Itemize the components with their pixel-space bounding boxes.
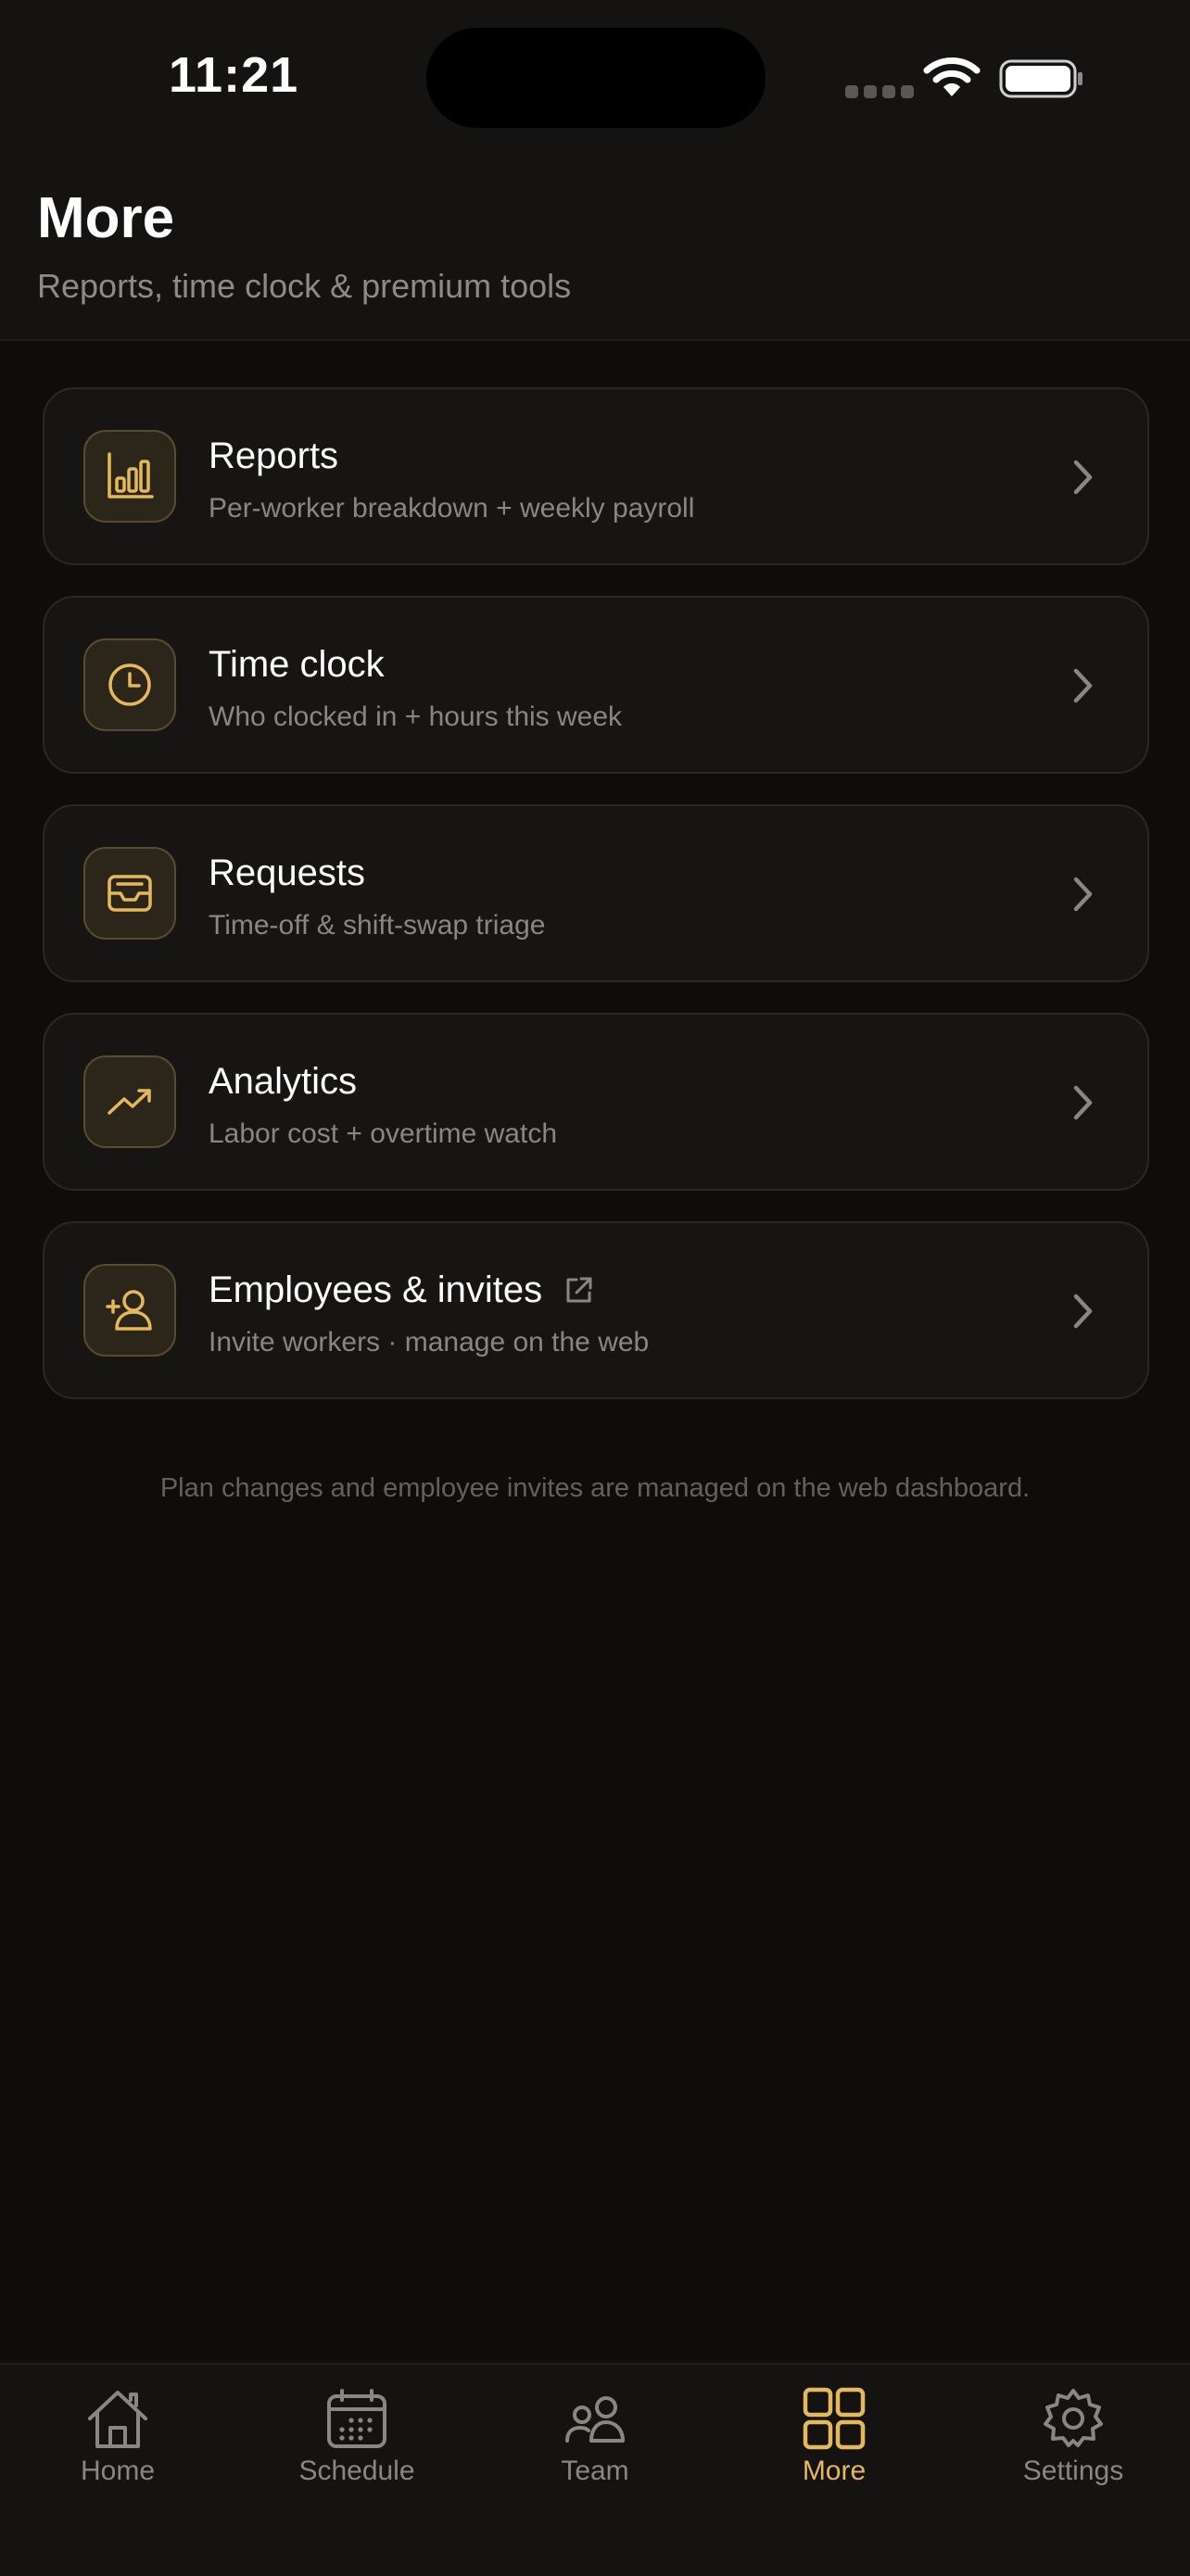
menu-item-reports[interactable]: Reports Per-worker breakdown + weekly pa… [43, 387, 1149, 565]
clock-icon [83, 638, 176, 731]
inbox-icon [83, 847, 176, 940]
menu-item-time-clock[interactable]: Time clock Who clocked in + hours this w… [43, 596, 1149, 774]
chevron-right-icon [1073, 877, 1093, 912]
footnote: Plan changes and employee invites are ma… [159, 1473, 1031, 1503]
header: 11:21 More Reports, time clock & premium… [0, 0, 1190, 341]
team-icon [565, 2396, 625, 2443]
gear-icon [1044, 2389, 1103, 2447]
tab-settings[interactable]: Settings [981, 2387, 1166, 2487]
tab-label: Settings [1022, 2456, 1124, 2486]
wifi-icon [923, 57, 981, 96]
chevron-right-icon [1073, 668, 1093, 703]
tab-schedule[interactable]: Schedule [264, 2387, 449, 2487]
menu-item-title: Employees & invites [209, 1269, 594, 1311]
tab-label: Team [561, 2456, 629, 2486]
page-subtitle: Reports, time clock & premium tools [37, 267, 572, 305]
page-title: More [37, 186, 175, 250]
menu-item-title: Time clock [209, 644, 385, 685]
external-link-icon [566, 1277, 592, 1302]
tab-bar: Home Schedule Team More Settings [0, 2363, 1190, 2576]
battery-icon [999, 59, 1082, 98]
menu-item-subtitle: Who clocked in + hours this week [209, 701, 623, 732]
menu-item-subtitle: Per-worker breakdown + weekly payroll [209, 493, 695, 524]
grid-icon [803, 2387, 866, 2450]
user-plus-icon [83, 1264, 176, 1357]
menu-item-subtitle: Invite workers · manage on the web [209, 1327, 650, 1357]
bar-chart-icon [83, 430, 176, 523]
status-time: 11:21 [169, 47, 299, 103]
menu-item-title: Reports [209, 436, 339, 476]
menu-item-title: Requests [209, 852, 365, 893]
tab-label: More [802, 2456, 867, 2486]
tab-home[interactable]: Home [25, 2387, 210, 2487]
dynamic-island [426, 28, 766, 128]
trending-up-icon [83, 1055, 176, 1148]
tab-more[interactable]: More [741, 2387, 927, 2487]
chevron-right-icon [1073, 1294, 1093, 1329]
menu-item-employees-invites[interactable]: Employees & invites Invite workers · man… [43, 1221, 1149, 1399]
cellular-signal-icon [845, 85, 914, 98]
menu-item-subtitle: Labor cost + overtime watch [209, 1118, 558, 1149]
menu-item-requests[interactable]: Requests Time-off & shift-swap triage [43, 804, 1149, 982]
chevron-right-icon [1073, 1085, 1093, 1120]
menu-list: Reports Per-worker breakdown + weekly pa… [43, 387, 1149, 1430]
tab-label: Schedule [298, 2456, 415, 2486]
home-icon [88, 2391, 147, 2448]
tab-label: Home [80, 2456, 156, 2486]
menu-item-title: Analytics [209, 1061, 358, 1102]
menu-item-analytics[interactable]: Analytics Labor cost + overtime watch [43, 1013, 1149, 1191]
chevron-right-icon [1073, 460, 1093, 495]
menu-item-subtitle: Time-off & shift-swap triage [209, 910, 546, 941]
tab-team[interactable]: Team [502, 2387, 688, 2487]
calendar-icon [327, 2389, 386, 2448]
